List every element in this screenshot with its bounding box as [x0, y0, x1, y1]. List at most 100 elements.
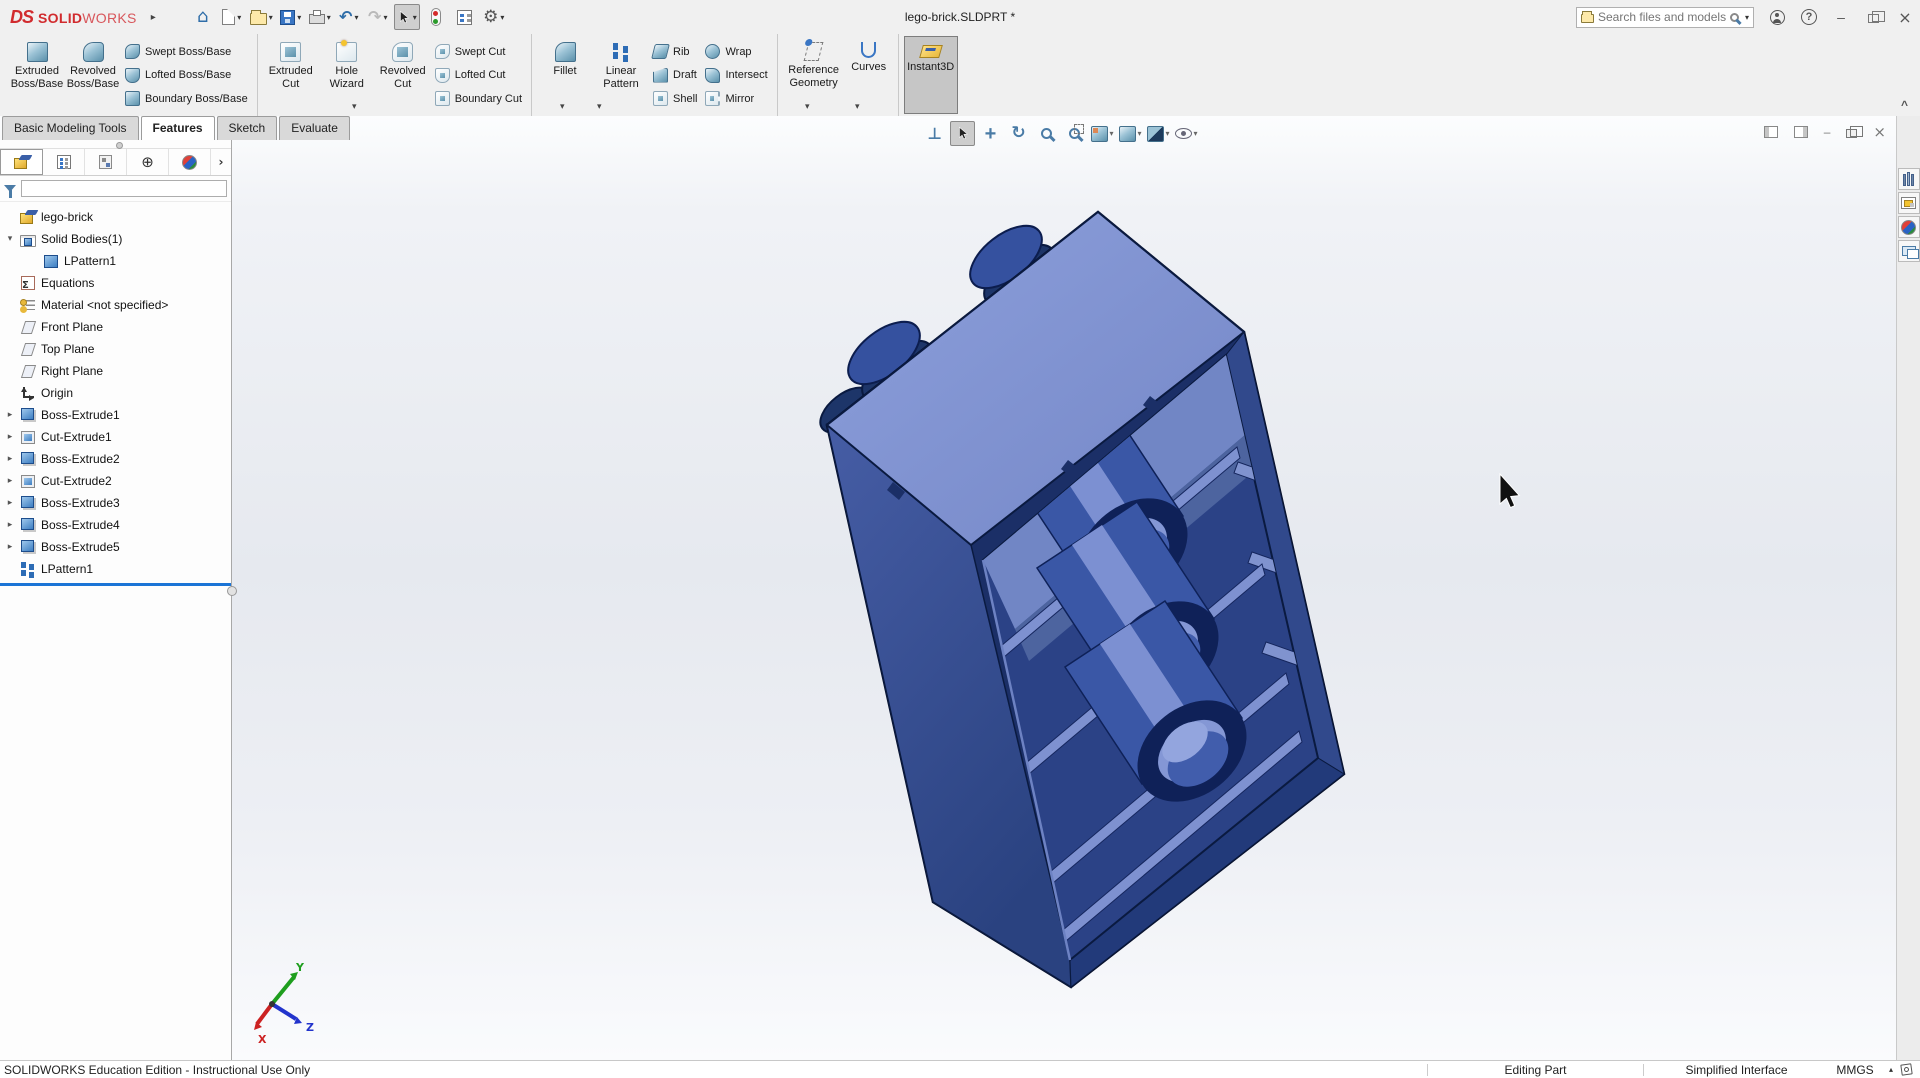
tab-evaluate[interactable]: Evaluate — [279, 116, 350, 140]
tab-dimxpert-manager[interactable] — [127, 149, 169, 175]
pan-button[interactable] — [978, 121, 1003, 146]
expand-right-pane-icon[interactable] — [1794, 126, 1808, 138]
tree-item-boss-extrude1[interactable]: ▸Boss-Extrude1 — [0, 404, 231, 426]
tree-item-equations[interactable]: Equations — [0, 272, 231, 294]
panel-resize-grip[interactable] — [227, 586, 237, 596]
graphics-viewport[interactable]: ▾ ▾ ▾ ▾ – × — [0, 116, 1896, 1060]
swept-boss-base-button[interactable]: Swept Boss/Base — [125, 40, 248, 63]
wrap-button[interactable]: Wrap — [705, 40, 767, 63]
redo-button[interactable]: ▾ — [365, 4, 391, 30]
rebuild-button[interactable] — [423, 4, 449, 30]
custom-properties-button[interactable] — [1898, 192, 1920, 214]
units-dropdown-icon[interactable]: ▴ — [1881, 1065, 1901, 1074]
tree-item-boss-extrude4[interactable]: ▸Boss-Extrude4 — [0, 514, 231, 536]
open-document-button[interactable]: ▾ — [248, 4, 275, 30]
print-button[interactable]: ▾ — [307, 4, 333, 30]
display-pane-button[interactable] — [452, 4, 478, 30]
reference-geometry-button[interactable]: Reference Geometry — [783, 36, 845, 114]
home-button[interactable] — [190, 4, 216, 30]
flyout-arrow-icon[interactable]: ▾ — [560, 102, 565, 112]
extruded-cut-button[interactable]: Extruded Cut — [263, 36, 319, 114]
tree-item-cut-extrude2[interactable]: ▸Cut-Extrude2 — [0, 470, 231, 492]
draft-button[interactable]: Draft — [653, 64, 697, 87]
tab-configuration-manager[interactable] — [85, 149, 127, 175]
revolved-cut-button[interactable]: Revolved Cut — [375, 36, 431, 114]
tree-item-boss-extrude5[interactable]: ▸Boss-Extrude5 — [0, 536, 231, 558]
mirror-button[interactable]: Mirror — [705, 87, 767, 110]
search-input[interactable] — [1598, 10, 1726, 24]
tree-filter-input[interactable] — [21, 180, 227, 197]
tree-item-lpattern1[interactable]: LPattern1 — [0, 558, 231, 580]
boundary-cut-button[interactable]: Boundary Cut — [435, 87, 522, 110]
tree-item-top-plane[interactable]: Top Plane — [0, 338, 231, 360]
tab-feature-tree[interactable] — [0, 149, 43, 175]
tree-item-cut-extrude1[interactable]: ▸Cut-Extrude1 — [0, 426, 231, 448]
section-view-button[interactable]: ▾ — [1146, 121, 1171, 146]
units-selector[interactable]: MMGS — [1829, 1063, 1881, 1077]
lofted-cut-button[interactable]: Lofted Cut — [435, 64, 522, 87]
boundary-boss-base-button[interactable]: Boundary Boss/Base — [125, 87, 248, 110]
intersect-button[interactable]: Intersect — [705, 64, 767, 87]
collapse-ribbon-icon[interactable]: ^ — [1901, 98, 1908, 112]
display-style-button[interactable]: ▾ — [1118, 121, 1143, 146]
collapse-left-pane-icon[interactable] — [1764, 126, 1778, 138]
tab-display-manager[interactable] — [169, 149, 211, 175]
help-button[interactable]: ? — [1800, 8, 1818, 26]
tab-sketch[interactable]: Sketch — [217, 116, 278, 140]
rotate-view-button[interactable] — [1006, 121, 1031, 146]
tree-item-body-lpattern1[interactable]: LPattern1 — [0, 250, 231, 272]
tree-item-material[interactable]: Material <not specified> — [0, 294, 231, 316]
doc-restore-icon[interactable] — [1846, 129, 1857, 138]
rollback-bar[interactable] — [0, 583, 231, 586]
doc-close-button[interactable]: × — [1873, 123, 1886, 141]
user-account-button[interactable] — [1768, 8, 1786, 26]
tree-item-right-plane[interactable]: Right Plane — [0, 360, 231, 382]
zoom-button[interactable] — [1034, 121, 1059, 146]
tree-item-solid-bodies[interactable]: ▾Solid Bodies(1) — [0, 228, 231, 250]
expand-panel-chevron-icon[interactable]: › — [211, 149, 231, 175]
panel-splitter-handle[interactable] — [0, 140, 231, 149]
undo-button[interactable]: ▾ — [336, 4, 362, 30]
flyout-arrow-icon[interactable]: ▾ — [805, 102, 810, 112]
tab-basic-modeling-tools[interactable]: Basic Modeling Tools — [2, 116, 139, 140]
instant3d-button[interactable]: Instant3D — [904, 36, 958, 114]
select-tool-button[interactable]: ▾ — [394, 4, 420, 30]
restore-button[interactable] — [1864, 8, 1882, 26]
doc-minimize-button[interactable]: – — [1824, 125, 1831, 139]
tree-item-part[interactable]: lego-brick — [0, 206, 231, 228]
hole-wizard-button[interactable]: Hole Wizard — [319, 36, 375, 114]
extruded-boss-base-button[interactable]: Extruded Boss/Base — [9, 36, 65, 114]
design-library-button[interactable] — [1898, 168, 1920, 190]
search-box[interactable]: ▾ — [1576, 7, 1754, 28]
new-document-button[interactable]: ▾ — [219, 4, 245, 30]
curves-button[interactable]: Curves — [845, 36, 893, 114]
tree-item-origin[interactable]: Origin — [0, 382, 231, 404]
tag-icon[interactable] — [1900, 1063, 1912, 1075]
hide-show-items-button[interactable]: ▾ — [1174, 121, 1199, 146]
search-dropdown-icon[interactable]: ▾ — [1745, 13, 1749, 22]
flyout-arrow-icon[interactable]: ▾ — [352, 102, 357, 112]
select-button[interactable] — [950, 121, 975, 146]
flyout-arrow-icon[interactable]: ▾ — [597, 102, 602, 112]
search-icon[interactable] — [1730, 13, 1739, 22]
tab-features[interactable]: Features — [141, 116, 215, 140]
lofted-boss-base-button[interactable]: Lofted Boss/Base — [125, 64, 248, 87]
rib-button[interactable]: Rib — [653, 40, 697, 63]
close-button[interactable]: × — [1896, 8, 1914, 26]
revolved-boss-base-button[interactable]: Revolved Boss/Base — [65, 36, 121, 114]
tree-item-boss-extrude2[interactable]: ▸Boss-Extrude2 — [0, 448, 231, 470]
view-orientation-button[interactable]: ▾ — [1090, 121, 1115, 146]
tree-item-boss-extrude3[interactable]: ▸Boss-Extrude3 — [0, 492, 231, 514]
save-button[interactable]: ▾ — [278, 4, 304, 30]
interface-mode-label[interactable]: Simplified Interface — [1644, 1063, 1829, 1077]
fillet-button[interactable]: Fillet — [537, 36, 593, 114]
zoom-to-area-button[interactable] — [1062, 121, 1087, 146]
minimize-button[interactable]: – — [1832, 8, 1850, 26]
normal-to-button[interactable] — [922, 121, 947, 146]
forum-button[interactable] — [1898, 240, 1920, 262]
tree-item-front-plane[interactable]: Front Plane — [0, 316, 231, 338]
menu-flyout-arrow-icon[interactable]: ▸ — [151, 12, 156, 23]
tab-property-manager[interactable] — [43, 149, 85, 175]
flyout-arrow-icon[interactable]: ▾ — [855, 102, 860, 112]
appearances-button[interactable] — [1898, 216, 1920, 238]
